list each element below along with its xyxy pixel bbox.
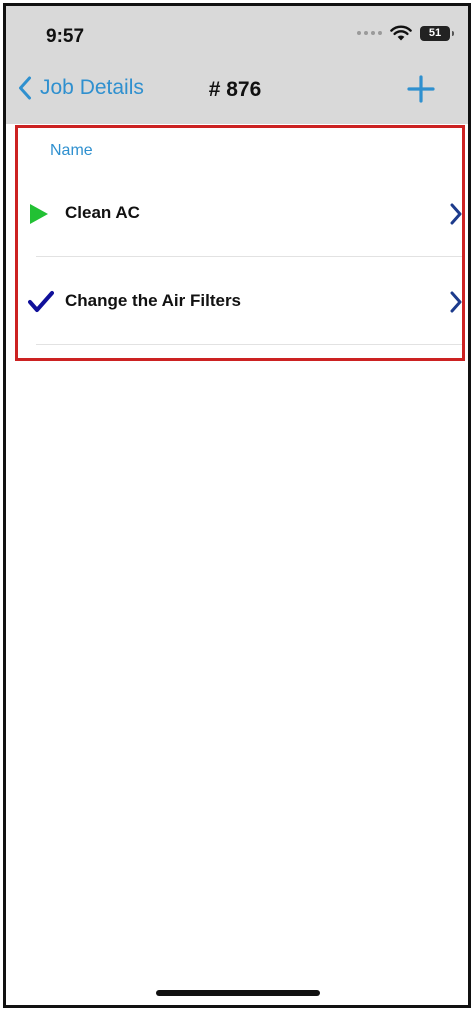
wifi-icon <box>390 25 412 41</box>
page-title: # 876 <box>208 78 262 101</box>
highlight-annotation-box <box>15 125 465 361</box>
add-button[interactable] <box>406 74 436 109</box>
battery-icon: 51 <box>420 25 454 41</box>
phone-frame: 9:57 51 Job Details # 876 Name Clean AC … <box>3 3 471 1008</box>
status-time: 9:57 <box>46 26 85 47</box>
plus-icon <box>407 75 435 103</box>
home-indicator[interactable] <box>156 990 320 996</box>
cellular-signal-icon <box>357 31 382 35</box>
top-bar: 9:57 51 Job Details # 876 <box>6 6 468 124</box>
status-icons: 51 <box>357 25 454 41</box>
